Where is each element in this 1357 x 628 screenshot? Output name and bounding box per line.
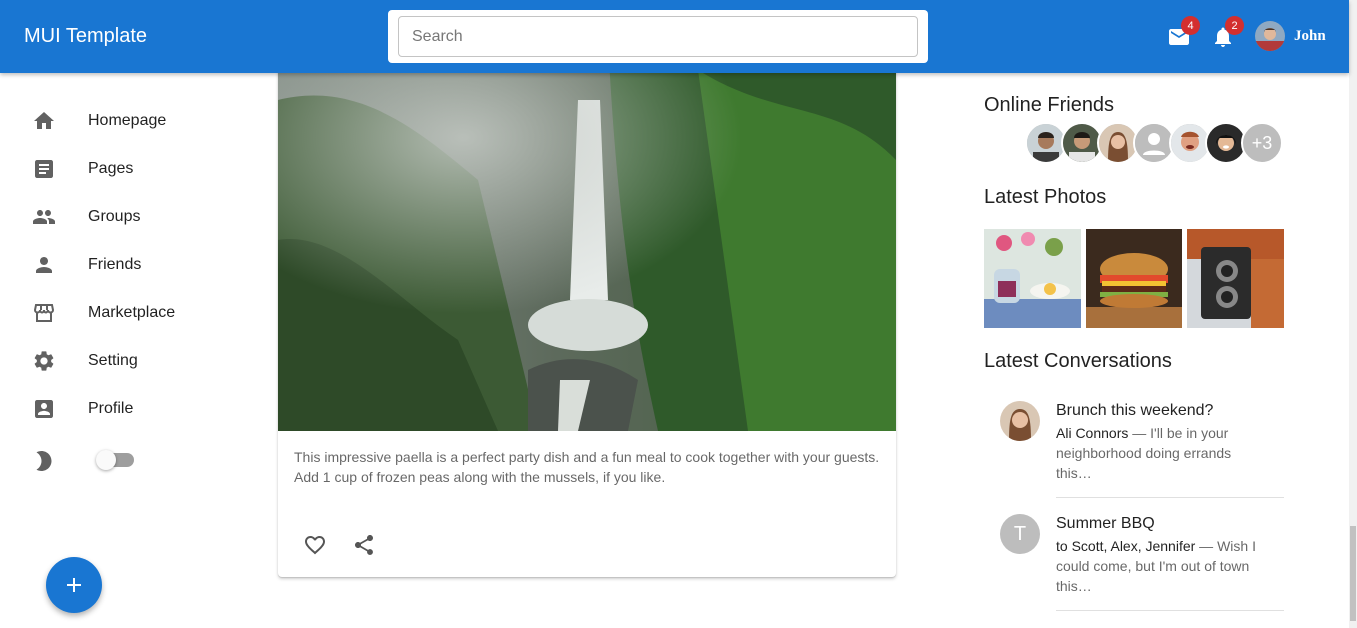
heart-icon	[305, 536, 325, 555]
photo-thumbnail[interactable]	[1187, 229, 1284, 328]
search-container	[388, 10, 928, 63]
mail-badge: 4	[1181, 16, 1200, 35]
conversation-sender: Ali Connors	[1056, 425, 1129, 441]
divider	[1056, 610, 1284, 611]
sidebar-item-label: Marketplace	[88, 304, 176, 321]
article-icon	[35, 160, 53, 178]
sidebar-item-setting[interactable]: Setting	[0, 337, 250, 385]
search-input[interactable]	[398, 16, 918, 57]
conversation-avatar	[1000, 401, 1040, 441]
conversation-item[interactable]: T Summer BBQ to Scott, Alex, Jennifer — …	[984, 505, 1284, 611]
photo-thumbnail[interactable]	[984, 229, 1081, 328]
user-menu[interactable]: John	[1255, 21, 1326, 51]
online-friends-title: Online Friends	[984, 94, 1115, 116]
account-box-icon	[35, 400, 53, 418]
notifications-badge: 2	[1225, 16, 1244, 35]
sidebar-item-label: Setting	[88, 352, 138, 369]
conversation-title: Brunch this weekend?	[1056, 402, 1214, 419]
storefront-icon	[33, 304, 55, 322]
sidebar-item-label: Profile	[88, 400, 134, 417]
gear-icon	[34, 351, 54, 371]
more-friends-count[interactable]: +3	[1241, 122, 1283, 164]
post-image	[278, 40, 896, 431]
app-bar: MUI Template 4 2 John	[0, 0, 1349, 73]
conversation-preview: Ali Connors — I'll be in your neighborho…	[1056, 423, 1266, 483]
conversation-sender: to Scott, Alex, Jennifer	[1056, 538, 1196, 554]
latest-conversations-title: Latest Conversations	[984, 350, 1172, 372]
sidebar-item-label: Homepage	[88, 112, 167, 129]
sidebar-item-label: Friends	[88, 256, 142, 273]
dark-mode-switch-knob[interactable]	[96, 450, 116, 470]
moon-icon	[36, 451, 52, 471]
app-title: MUI Template	[24, 25, 148, 47]
like-button[interactable]	[295, 525, 335, 565]
home-icon	[34, 112, 54, 129]
share-icon	[355, 535, 373, 555]
latest-photos-title: Latest Photos	[984, 186, 1107, 208]
notifications-button[interactable]: 2	[1210, 16, 1244, 50]
post-text: This impressive paella is a perfect part…	[294, 449, 880, 485]
conversation-item[interactable]: Brunch this weekend? Ali Connors — I'll …	[984, 392, 1284, 498]
post-card: This impressive paella is a perfect part…	[278, 40, 896, 577]
scrollbar-thumb[interactable]	[1350, 526, 1356, 621]
user-name: John	[1294, 27, 1326, 44]
sidebar-item-pages[interactable]: Pages	[0, 145, 250, 193]
sidebar-item-profile[interactable]: Profile	[0, 385, 250, 433]
share-button[interactable]	[344, 525, 384, 565]
mail-button[interactable]: 4	[1166, 16, 1200, 50]
person-icon	[36, 257, 52, 273]
conversation-avatar: T	[1000, 514, 1040, 554]
sidebar-item-groups[interactable]: Groups	[0, 193, 250, 241]
sidebar-item-label: Groups	[88, 208, 141, 225]
conversation-preview: to Scott, Alex, Jennifer — Wish I could …	[1056, 536, 1266, 596]
photo-thumbnail[interactable]	[1086, 229, 1182, 328]
plus-icon	[67, 578, 81, 592]
group-icon	[33, 210, 55, 224]
sidebar-item-homepage[interactable]: Homepage	[0, 97, 250, 145]
sidebar-item-friends[interactable]: Friends	[0, 241, 250, 289]
divider	[1056, 497, 1284, 498]
user-avatar	[1255, 21, 1285, 51]
add-post-button[interactable]	[46, 557, 102, 613]
sidebar-item-marketplace[interactable]: Marketplace	[0, 289, 250, 337]
sidebar-item-label: Pages	[88, 160, 134, 177]
conversation-title: Summer BBQ	[1056, 515, 1155, 532]
